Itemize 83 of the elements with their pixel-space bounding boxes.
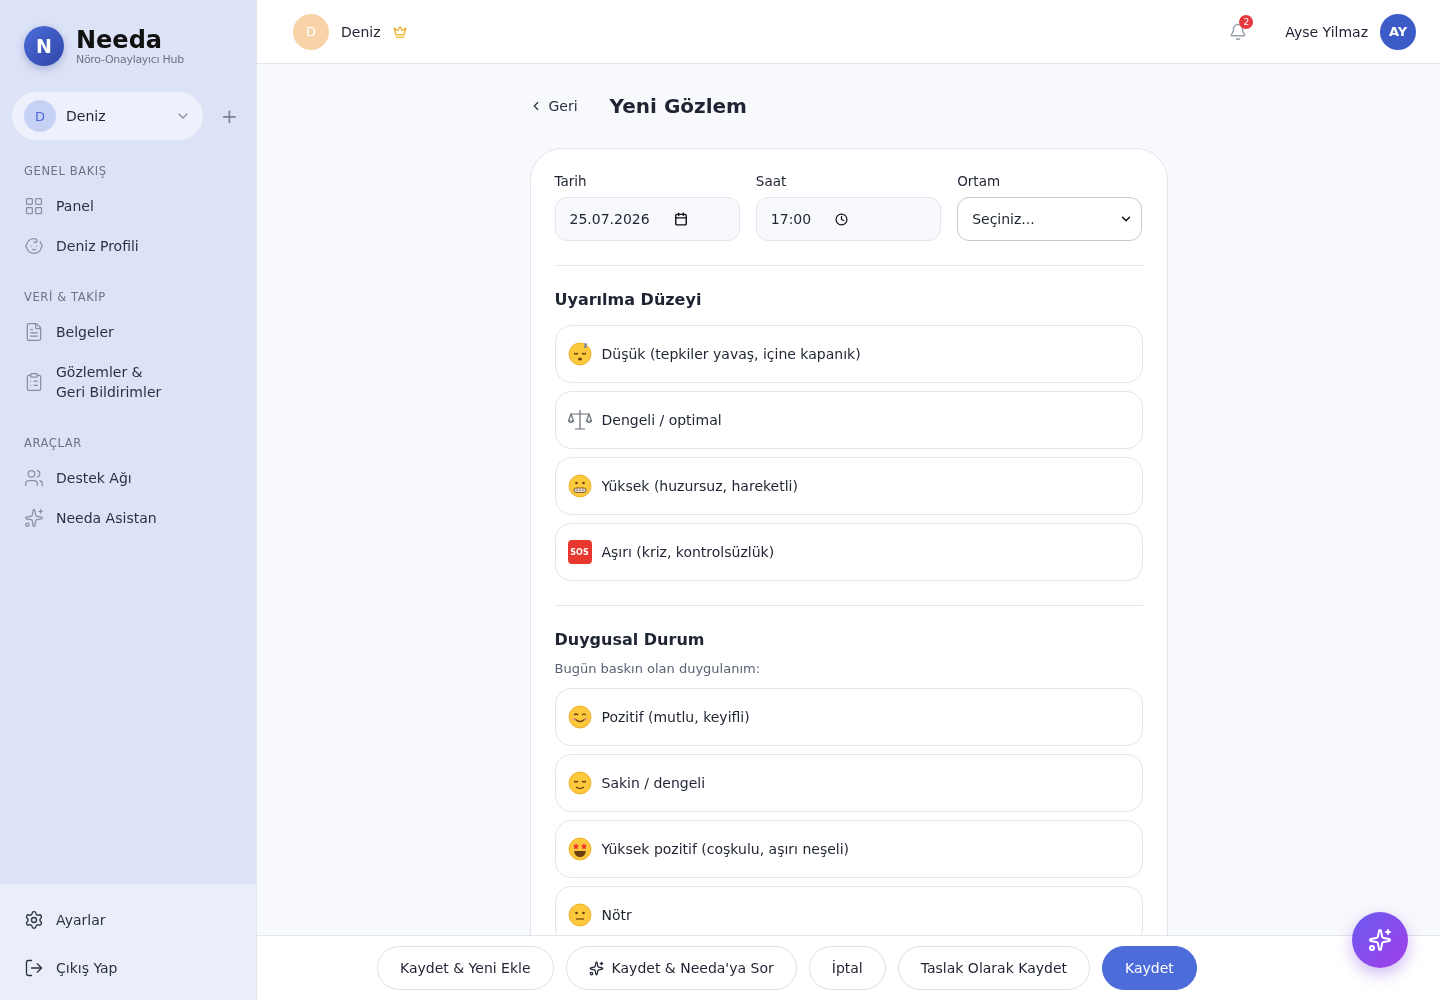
option-card[interactable]: Dengeli / optimal [554,391,1143,449]
option-label: Yüksek pozitif (coşkulu, aşırı neşeli) [601,841,850,857]
nav-label: Panel [56,197,94,216]
assistant-button[interactable] [1352,912,1408,968]
nav-section-title: GENEL BAKIŞ [24,164,108,178]
field-label: Ortam [957,173,1002,189]
scales-icon [567,408,592,432]
nav-section-title: ARAÇLAR [24,436,83,450]
child-avatar: D [293,13,329,50]
user-avatar[interactable]: AY [1380,13,1416,50]
notification-badge: 2 [1239,14,1254,29]
sos-icon: SOS [567,540,592,564]
action-button[interactable]: Kaydet [1102,946,1197,990]
nav-label: Deniz Profili [56,237,139,256]
action-button[interactable]: Taslak Olarak Kaydet [897,946,1091,990]
clock-icon [835,212,849,226]
section-title: Uyarılma Düzeyi [554,290,703,309]
field-label: Tarih [554,173,588,189]
nav-label: Çıkış Yap [56,959,118,978]
nav-label: Gözlemler & Geri Bildirimler [56,363,163,402]
option-card[interactable]: Yüksek (huzursuz, hareketli) [554,457,1143,515]
sleeping-face-icon [567,342,592,366]
user-name: Ayse Yilmaz [1285,23,1368,40]
calendar-icon [673,212,688,226]
child-name: Deniz [66,108,107,124]
grimacing-face-icon [567,474,592,498]
option-card[interactable]: Pozitif (mutlu, keyifli) [554,688,1143,746]
action-button[interactable]: Kaydet & Needa'ya Sor [565,946,797,990]
relieved-face-icon [567,771,592,795]
sparkles-icon [588,960,604,976]
sparkles-icon [24,508,44,528]
smiling-face-icon [567,705,592,729]
option-card[interactable]: SOS Aşırı (kriz, kontrolsüzlük) [554,523,1143,581]
option-card[interactable]: Nötr [554,886,1143,935]
option-label: Düşük (tepkiler yavaş, içine kapanık) [601,346,861,362]
section-subtitle: Bugün baskın olan duygulanım: [554,661,762,676]
action-button[interactable]: İptal [808,946,886,990]
brand-name: Needa [76,26,163,53]
nav-label: Destek Ağı [56,469,132,488]
nav-item[interactable]: Çıkış Yap [12,944,244,992]
action-button[interactable]: Kaydet & Yeni Ekle [377,946,554,990]
page-title: Yeni Gözlem [609,94,747,118]
brand-tagline: Nöro-Onaylayıcı Hub [76,52,184,66]
nav-label: Needa Asistan [56,509,157,528]
option-label: Aşırı (kriz, kontrolsüzlük) [601,544,775,560]
settings-icon [24,910,44,930]
option-card[interactable]: Düşük (tepkiler yavaş, içine kapanık) [554,325,1143,383]
nav-item[interactable]: Needa Asistan [12,498,244,538]
option-label: Sakin / dengeli [601,775,706,791]
document-icon [24,322,44,342]
option-label: Pozitif (mutlu, keyifli) [601,709,750,725]
field-label: Saat [755,173,788,189]
nav-item[interactable]: Gözlemler & Geri Bildirimler [12,352,244,412]
child-switcher[interactable]: D Deniz [12,92,203,140]
select-field[interactable]: Seçiniz... [957,197,1143,241]
section-title: Duygusal Durum [554,630,706,649]
logout-icon [24,958,44,978]
nav-item[interactable]: Ayarlar [12,896,244,944]
child-name: Deniz [341,23,381,40]
clipboard-icon [24,372,44,392]
logo: N [24,26,64,66]
nav-item[interactable]: Belgeler [12,312,244,352]
nav-label: Belgeler [56,323,114,342]
date-field[interactable]: 25.07.2026 [554,197,740,241]
child-avatar: D [24,100,56,132]
nav-item[interactable]: Deniz Profili [12,226,244,266]
option-label: Nötr [601,907,632,923]
option-label: Dengeli / optimal [601,412,722,428]
option-card[interactable]: Sakin / dengeli [554,754,1143,812]
users-icon [24,468,44,488]
option-card[interactable]: Yüksek pozitif (coşkulu, aşırı neşeli) [554,820,1143,878]
time-field[interactable]: 17:00 [755,197,942,241]
nav-section-title: VERİ & TAKİP [24,290,107,304]
nav-item[interactable]: Destek Ağı [12,458,244,498]
back-link[interactable]: Geri [528,98,578,114]
option-label: Yüksek (huzursuz, hareketli) [601,478,798,494]
grid-icon [24,196,44,216]
nav-item[interactable]: Panel [12,186,244,226]
star-eyes-face-icon [567,837,592,861]
baby-face-icon [24,236,44,256]
sparkles-icon [1368,928,1392,952]
neutral-face-icon [567,903,592,927]
nav-label: Ayarlar [56,911,106,930]
